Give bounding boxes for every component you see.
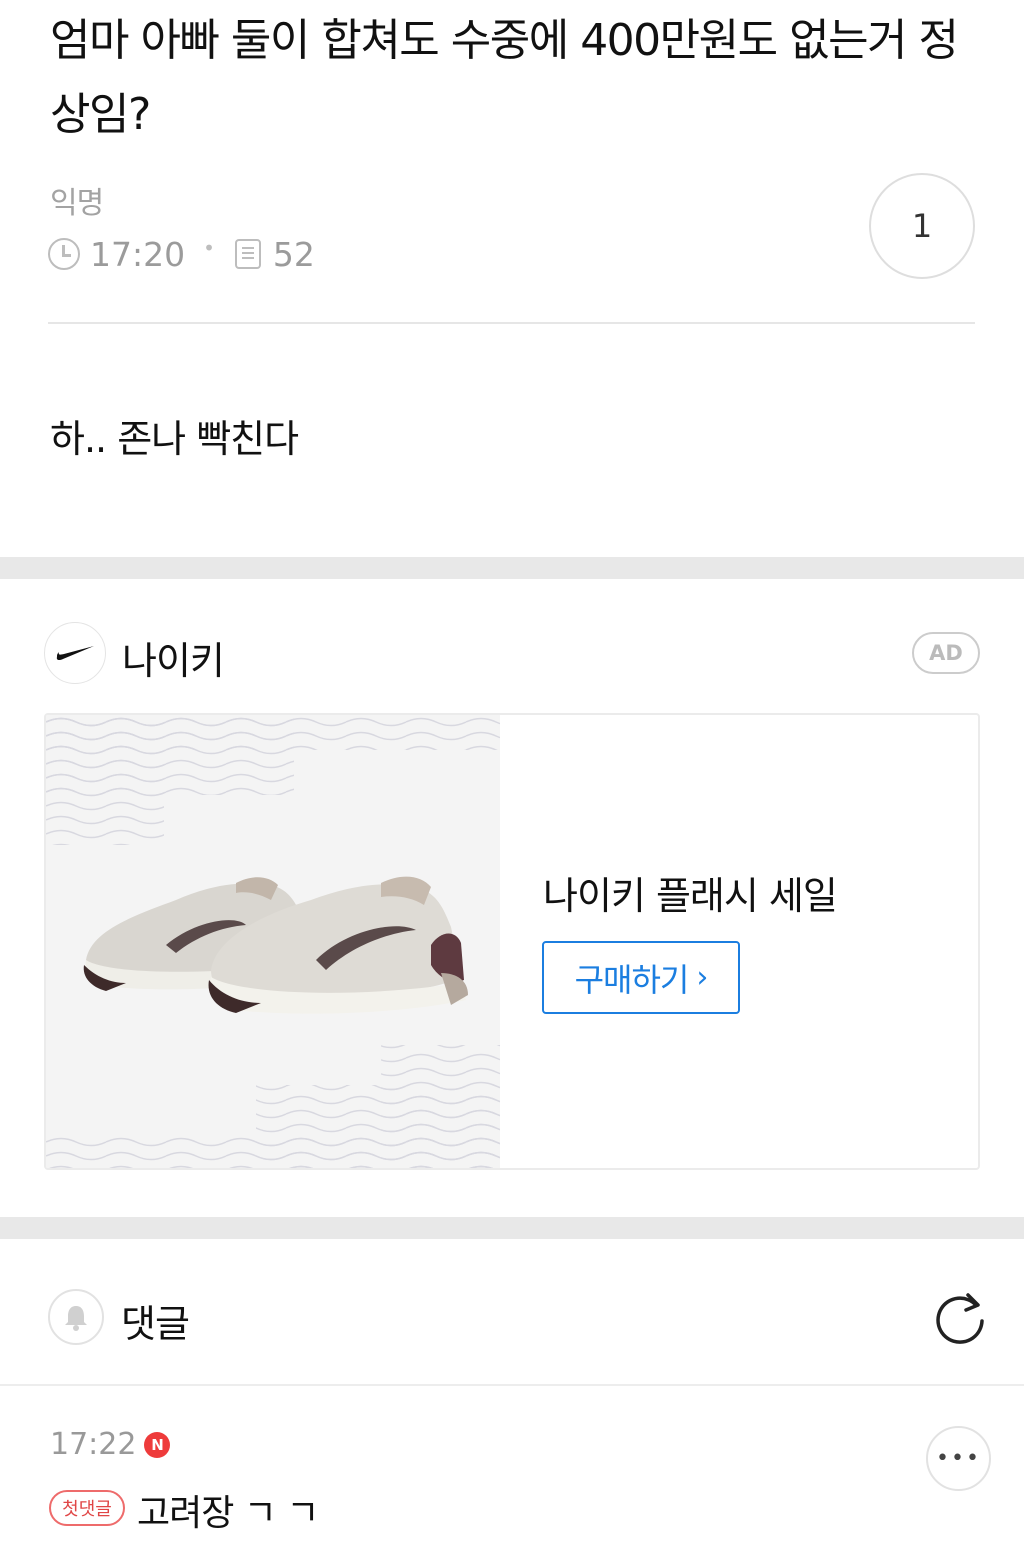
new-badge: N [144,1431,171,1458]
buy-button[interactable]: 구매하기 › [542,941,740,1014]
ad-product-image [46,715,500,1168]
buy-button-label: 구매하기 [574,960,690,999]
like-count: 1 [911,207,933,245]
first-comment-badge: 첫댓글 [49,1490,125,1526]
ad-badge: AD [912,632,980,674]
post-title: 엄마 아빠 둘이 합쳐도 수중에 400만원도 없는거 정상임? [50,15,959,140]
ad-brand-name[interactable]: 나이키 [122,630,225,685]
notification-toggle[interactable] [48,1289,104,1345]
section-separator [0,1217,1024,1239]
comment-text: 고려장 ㄱ ㄱ [137,1493,319,1534]
chevron-right-icon: › [696,960,708,995]
section-separator [0,557,1024,579]
post-meta: 17:20 • 52 [48,234,315,274]
comment-time: 17:22 N [50,1427,171,1462]
ad-card[interactable]: 나이키 플래시 세일 구매하기 › [44,713,980,1170]
ad-brand-logo[interactable] [44,622,106,684]
post-time: 17:20 [90,234,186,274]
bell-icon [65,1306,87,1331]
document-icon [234,239,261,269]
post-body: 하.. 존나 빡친다 [50,417,299,461]
clock-icon [48,238,80,270]
comment-timestamp: 17:22 [50,1427,137,1462]
ad-headline: 나이키 플래시 세일 [543,874,838,918]
comments-divider [0,1384,1024,1386]
post-author: 익명 [50,186,104,221]
more-icon: ••• [936,1446,981,1471]
post-divider [48,322,975,324]
nike-swoosh-icon [56,646,94,661]
comment-more-button[interactable]: ••• [926,1426,991,1491]
like-button[interactable]: 1 [869,173,975,279]
refresh-icon[interactable] [930,1288,990,1348]
post-views: 52 [272,234,315,274]
comments-title: 댓글 [121,1302,190,1346]
meta-separator: • [203,236,215,260]
